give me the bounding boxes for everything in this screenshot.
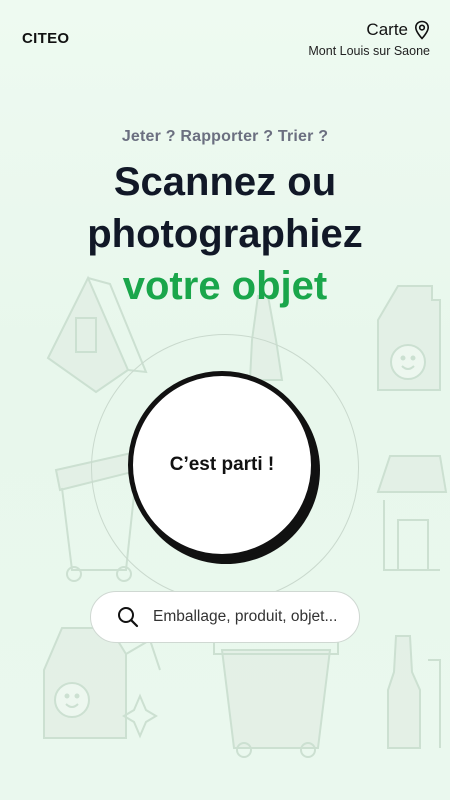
bin-illustration xyxy=(213,639,339,758)
brand-logo: CITEO xyxy=(22,30,70,47)
start-scan-label: C’est parti ! xyxy=(169,454,275,475)
headline-line-2: photographiez xyxy=(87,212,363,256)
map-link[interactable]: Carte Mont Louis sur Saone xyxy=(308,20,430,58)
milk-carton-illustration xyxy=(43,627,161,739)
hero-kicker: Jeter ? Rapporter ? Trier ? xyxy=(121,128,329,145)
search-icon xyxy=(118,607,139,628)
map-label: Carte xyxy=(366,20,408,39)
map-pin-icon xyxy=(414,20,430,40)
headline-line-3: votre objet xyxy=(122,264,328,308)
start-scan-button[interactable]: C’est parti ! xyxy=(128,371,316,559)
headline-line-1: Scannez ou xyxy=(113,160,337,204)
shop-illustration xyxy=(376,455,448,571)
location-label: Mont Louis sur Saone xyxy=(308,44,430,58)
search-input[interactable]: Emballage, produit, objet... xyxy=(90,591,360,643)
search-placeholder: Emballage, produit, objet... xyxy=(153,608,338,625)
glass-bottle-illustration xyxy=(387,635,441,749)
hero-headline: Scannez ou photographiez votre objet xyxy=(0,156,450,312)
